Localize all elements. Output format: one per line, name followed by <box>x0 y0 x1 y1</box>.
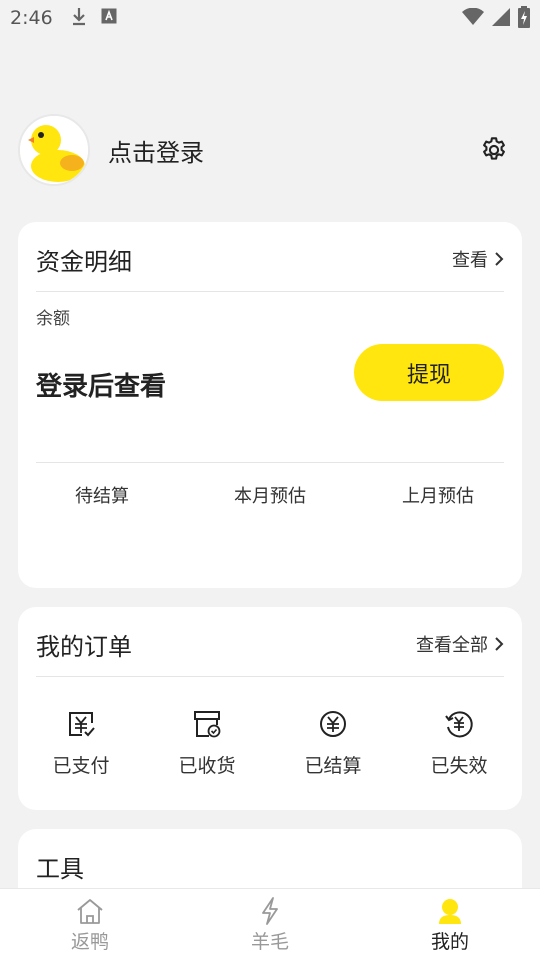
nav-deals-label: 羊毛 <box>250 931 289 953</box>
battery-charging-icon <box>518 6 530 33</box>
divider <box>36 291 504 292</box>
order-paid[interactable]: 已支付 <box>18 709 144 778</box>
fund-stats: 待结算 本月预估 上月预估 <box>18 482 522 508</box>
order-status-row: 已支付 已收货 已结算 已失效 <box>18 709 522 778</box>
nav-deals[interactable]: 羊毛 <box>180 889 360 960</box>
order-paid-label: 已支付 <box>52 755 110 777</box>
fund-card-title: 资金明细 <box>36 248 132 276</box>
fund-view-label: 查看 <box>452 250 488 271</box>
avatar[interactable] <box>18 114 90 186</box>
paid-icon <box>69 712 95 737</box>
expired-icon <box>445 711 473 738</box>
orders-view-all-label: 查看全部 <box>416 635 488 656</box>
wifi-icon <box>462 7 484 31</box>
order-settled-label: 已结算 <box>304 755 362 777</box>
nav-home[interactable]: 返鸭 <box>0 889 180 960</box>
fund-details-card: 资金明细 查看 余额 登录后查看 提现 待结算 本月预估 上月预估 <box>18 222 522 588</box>
nav-mine-label: 我的 <box>430 931 469 953</box>
balance-label: 余额 <box>36 309 70 329</box>
settled-icon <box>320 711 346 737</box>
orders-card: 我的订单 查看全部 已支付 已收货 已结算 已失效 <box>18 607 522 810</box>
stat-this-month[interactable]: 本月预估 <box>186 482 354 508</box>
nav-home-label: 返鸭 <box>70 931 109 953</box>
stat-last-month[interactable]: 上月预估 <box>354 482 522 508</box>
order-received-label: 已收货 <box>178 755 236 777</box>
divider <box>36 462 504 463</box>
order-settled[interactable]: 已结算 <box>270 709 396 778</box>
stat-pending[interactable]: 待结算 <box>18 482 186 508</box>
orders-card-title: 我的订单 <box>36 633 132 661</box>
user-icon <box>439 899 461 924</box>
duck-avatar-icon <box>20 116 88 184</box>
order-received[interactable]: 已收货 <box>144 709 270 778</box>
profile-header: 点击登录 <box>18 114 522 186</box>
nav-mine[interactable]: 我的 <box>360 889 540 960</box>
chevron-right-icon <box>495 252 504 266</box>
received-icon <box>194 711 221 738</box>
home-icon <box>77 899 103 924</box>
text-a-icon <box>101 7 117 29</box>
status-bar: 2:46 <box>0 0 540 36</box>
order-expired-label: 已失效 <box>430 755 488 777</box>
order-expired[interactable]: 已失效 <box>396 709 522 778</box>
login-prompt[interactable]: 点击登录 <box>108 133 204 168</box>
download-icon <box>71 6 87 31</box>
tools-card-title: 工具 <box>36 855 84 883</box>
orders-view-all-link[interactable]: 查看全部 <box>416 631 504 657</box>
balance-value: 登录后查看 <box>36 372 167 402</box>
divider <box>36 676 504 677</box>
chevron-right-icon <box>495 637 504 651</box>
lightning-icon <box>262 897 278 925</box>
bottom-nav: 返鸭 羊毛 我的 <box>0 888 540 960</box>
cell-signal-icon <box>492 8 510 31</box>
fund-view-link[interactable]: 查看 <box>452 246 504 272</box>
gear-icon[interactable] <box>480 136 508 164</box>
withdraw-button[interactable]: 提现 <box>354 344 504 401</box>
status-time: 2:46 <box>10 7 53 29</box>
